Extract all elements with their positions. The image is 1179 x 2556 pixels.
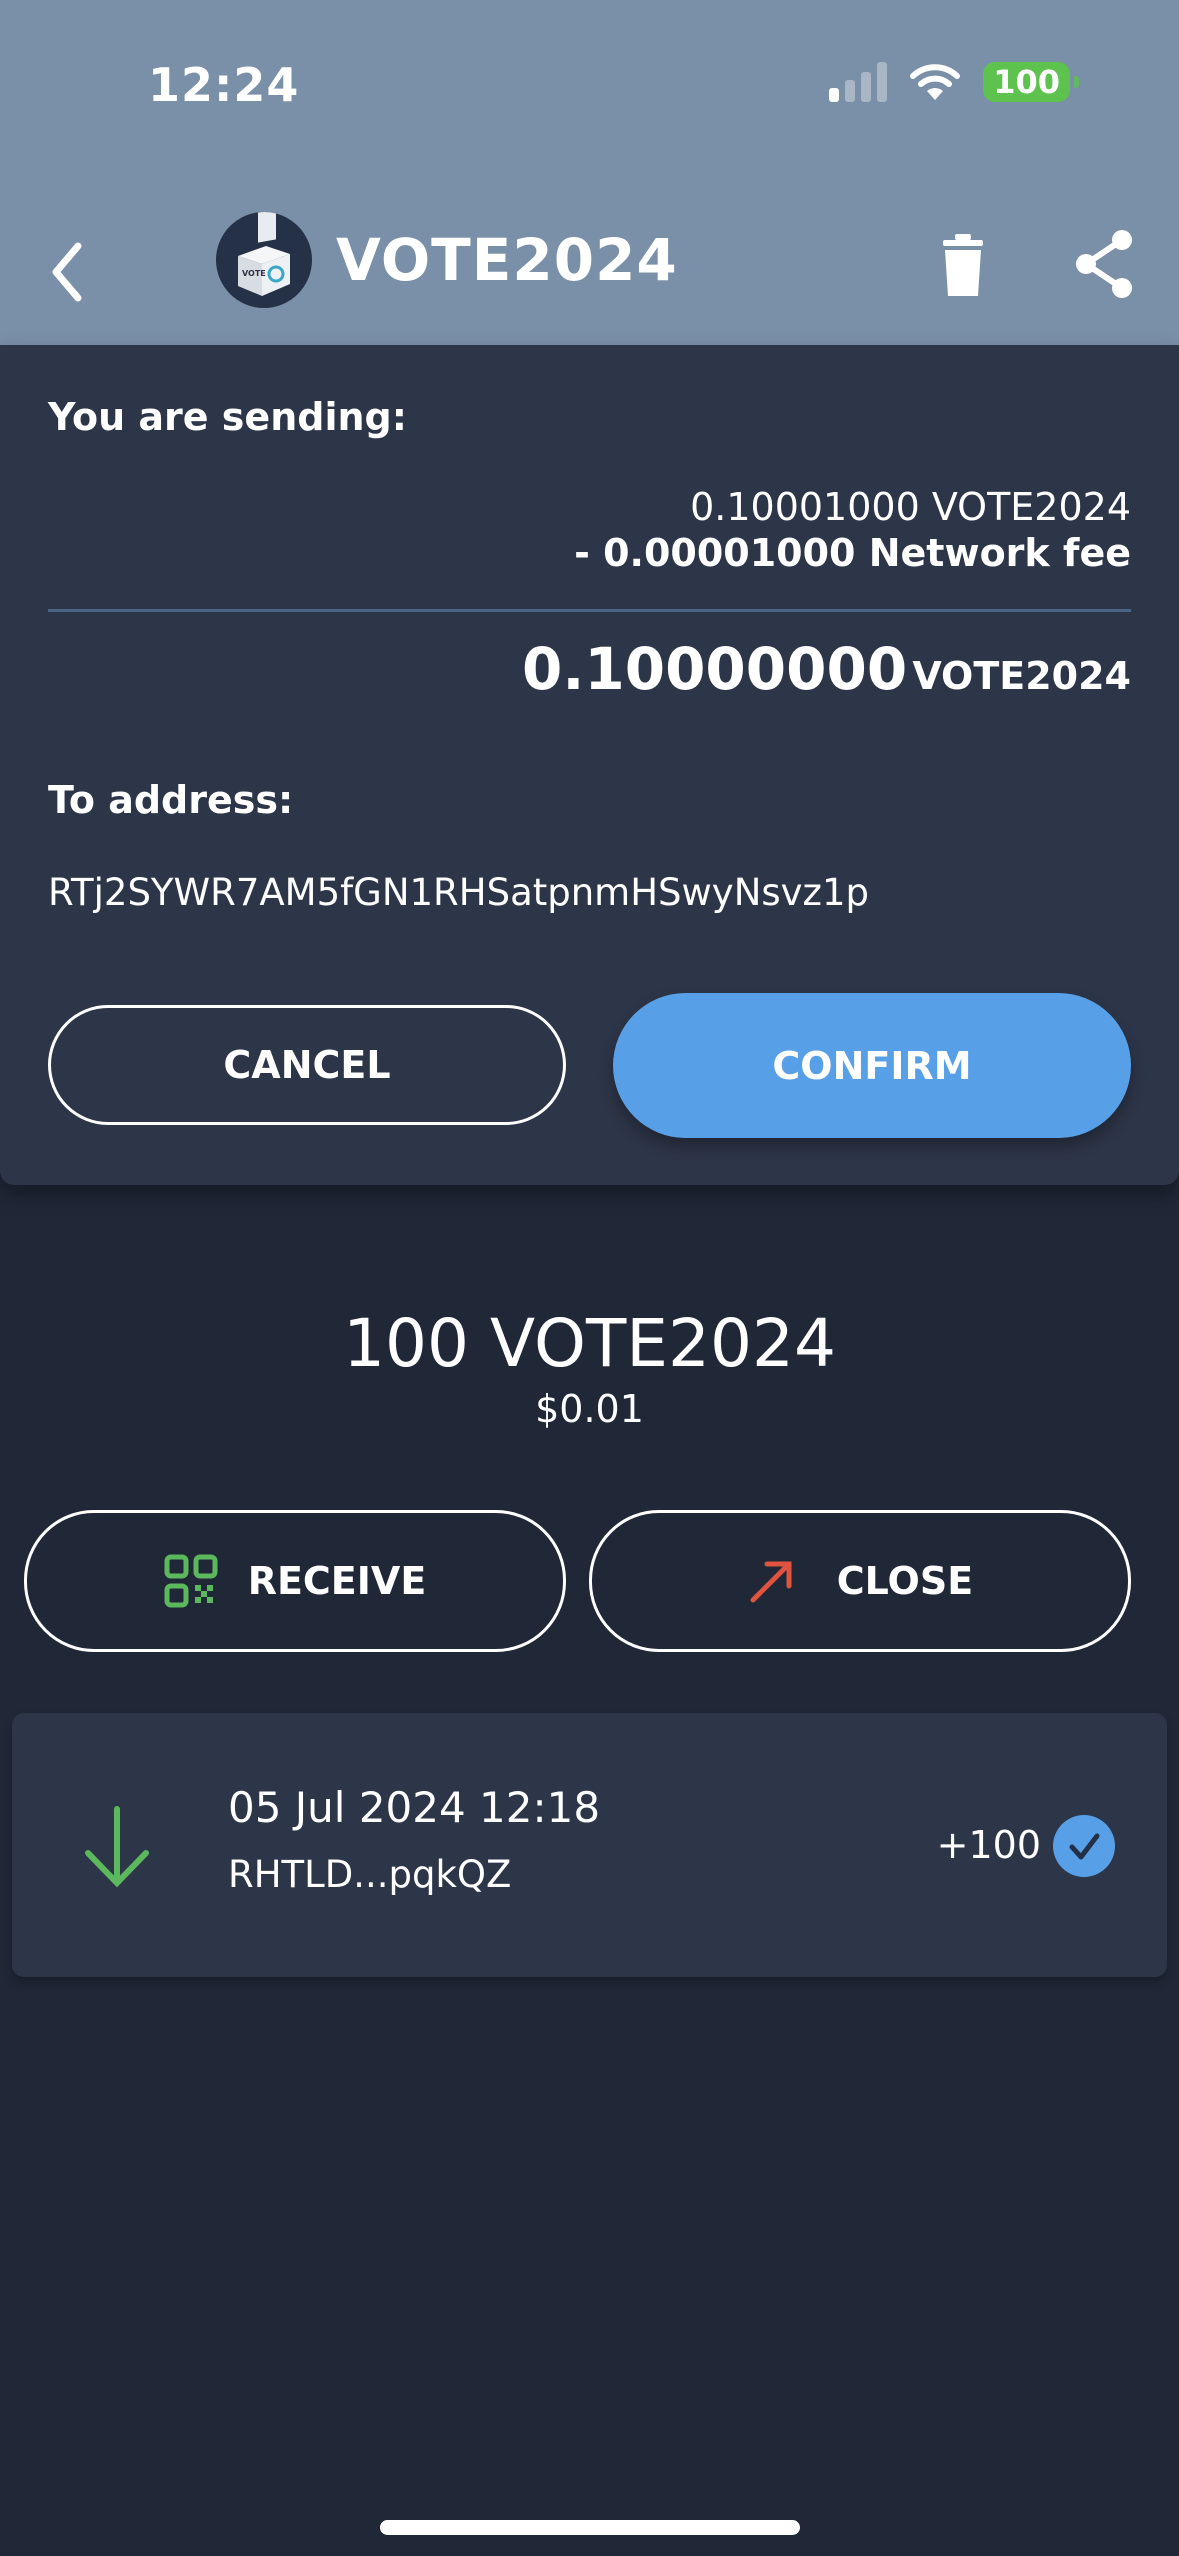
trash-icon <box>943 234 983 296</box>
transaction-row[interactable]: 05 Jul 2024 12:18 RHTLD...pqkQZ +100 <box>12 1713 1167 1977</box>
svg-text:VOTE: VOTE <box>242 269 266 278</box>
share-button[interactable] <box>1072 226 1138 302</box>
close-label: CLOSE <box>836 1559 974 1603</box>
header: 12:24 100 VOTE VOTE2024 <box>0 0 1179 345</box>
arrow-down-icon <box>85 1806 149 1888</box>
confirm-button[interactable]: CONFIRM <box>613 993 1131 1138</box>
fiat-value: $0.01 <box>535 1387 644 1431</box>
status-icons: 100 <box>829 62 1079 102</box>
confirmed-check-icon <box>1053 1815 1115 1877</box>
nav-bar: VOTE VOTE2024 <box>0 210 1179 320</box>
ballot-box-icon: VOTE <box>238 212 290 296</box>
wallet-balance: 100 VOTE2024 <box>343 1305 836 1382</box>
wifi-icon <box>910 64 961 100</box>
page-title: VOTE2024 <box>336 226 678 294</box>
transaction-date: 05 Jul 2024 12:18 <box>228 1783 601 1832</box>
transaction-amount: +100 <box>936 1823 1041 1867</box>
receive-button[interactable]: RECEIVE <box>24 1510 566 1652</box>
net-amount-value: 0.10000000 <box>521 635 908 703</box>
sending-label: You are sending: <box>48 395 407 439</box>
qr-code-icon <box>164 1554 218 1608</box>
to-address-label: To address: <box>48 778 294 822</box>
transaction-address: RHTLD...pqkQZ <box>228 1853 512 1896</box>
cellular-signal-icon <box>829 62 888 102</box>
divider <box>48 609 1131 612</box>
home-indicator[interactable] <box>380 2520 800 2535</box>
receive-label: RECEIVE <box>247 1559 427 1603</box>
battery-tip <box>1074 76 1079 88</box>
to-address-value: RTj2SYWR7AM5fGN1RHSatpnmHSwyNsvz1p <box>48 871 869 914</box>
coin-avatar: VOTE <box>216 212 312 308</box>
back-chevron-icon <box>52 242 82 302</box>
gross-amount: 0.10001000 VOTE2024 <box>690 485 1131 529</box>
net-amount: 0.10000000 VOTE2024 <box>522 635 1131 703</box>
arrow-up-right-icon <box>750 1561 792 1603</box>
net-amount-unit: VOTE2024 <box>912 654 1131 698</box>
close-button[interactable]: CLOSE <box>589 1510 1131 1652</box>
network-fee: - 0.00001000 Network fee <box>574 531 1131 575</box>
share-icon <box>1076 230 1132 298</box>
send-confirmation-dialog: You are sending: 0.10001000 VOTE2024 - 0… <box>0 345 1179 1185</box>
delete-button[interactable] <box>935 230 991 300</box>
battery-indicator: 100 <box>983 62 1070 102</box>
status-time: 12:24 <box>148 58 300 112</box>
back-button[interactable] <box>40 230 100 310</box>
cancel-button[interactable]: CANCEL <box>48 1005 566 1125</box>
